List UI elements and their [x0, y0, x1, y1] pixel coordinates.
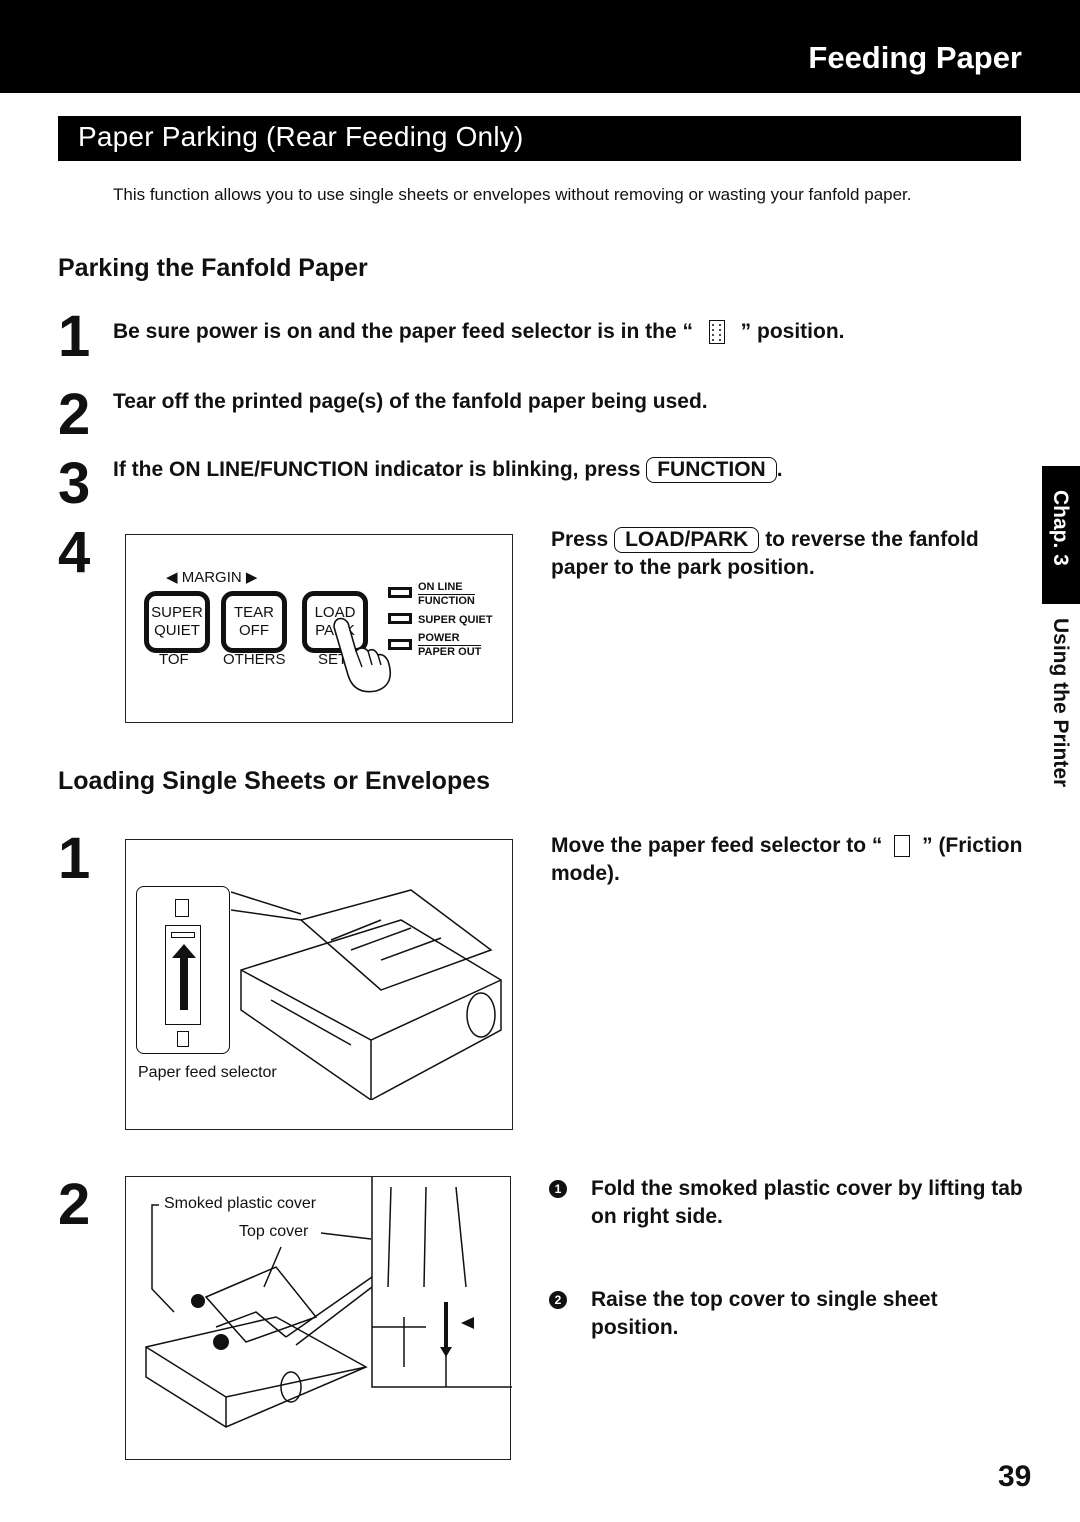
margin-text: MARGIN: [181, 569, 242, 586]
bullet-2-icon: 2: [549, 1291, 567, 1309]
power-led: [388, 639, 412, 650]
step-text: Press LOAD/PARK to reverse the fanfold p…: [551, 526, 1026, 582]
section-title: Paper Parking (Rear Feeding Only): [78, 121, 524, 152]
printer-selector-illustration: Paper feed selector: [125, 839, 513, 1130]
step-text-part: If the ON LINE/FUNCTION indicator is bli…: [113, 458, 641, 481]
selector-caption: Paper feed selector: [138, 1064, 277, 1081]
step-text: Be sure power is on and the paper feed s…: [113, 318, 845, 346]
intro-text: This function allows you to use single s…: [113, 185, 912, 204]
selector-closeup: [136, 886, 230, 1054]
key-sub-label: OTHERS: [223, 651, 286, 668]
cover-drawing: [145, 1177, 512, 1428]
step-text: Tear off the printed page(s) of the fanf…: [113, 390, 708, 413]
control-panel-illustration: ◀ MARGIN ▶ SUPER QUIET TOF TEAR OFF OTHERS…: [125, 534, 513, 723]
step-number: 2: [58, 1172, 91, 1237]
step-number: 1: [58, 826, 91, 891]
arrow-up-icon: [172, 944, 196, 1010]
super-quiet-led: [388, 613, 412, 624]
step-text-part: Move the paper feed selector to “: [551, 834, 883, 857]
selector-slot: [165, 925, 201, 1025]
cover-illustration: Smoked plastic cover Top cover: [125, 1176, 512, 1460]
step-number: 3: [58, 451, 91, 516]
online-led: [388, 587, 412, 598]
cover-instruction-1: 1 Fold the smoked plastic cover by lifti…: [549, 1175, 1029, 1231]
step-text: Move the paper feed selector to “ ” (Fri…: [551, 832, 1026, 888]
key-sub-label: TOF: [159, 651, 189, 668]
led-text: ON LINE: [418, 581, 475, 595]
step-text-part: ” position.: [740, 320, 845, 343]
parking-heading: Parking the Fanfold Paper: [58, 254, 368, 282]
led-text: POWER: [418, 632, 482, 646]
page-header-title: Feeding Paper: [808, 40, 1022, 75]
instruction-text: Raise the top cover to single sheet posi…: [591, 1288, 938, 1339]
super-quiet-key: SUPER QUIET: [144, 591, 210, 653]
led-label: ON LINE FUNCTION: [418, 581, 475, 608]
key-label: OFF: [239, 622, 269, 639]
loading-heading: Loading Single Sheets or Envelopes: [58, 767, 491, 795]
led-label: SUPER QUIET: [418, 614, 493, 626]
cover-instruction-2: 2 Raise the top cover to single sheet po…: [549, 1286, 1029, 1342]
led-text: PAPER OUT: [418, 646, 482, 658]
load-park-key-ref: LOAD/PARK: [614, 527, 760, 553]
chapter-title: Using the Printer: [1049, 618, 1072, 788]
chapter-label: Chap. 3: [1049, 490, 1072, 566]
step-number: 4: [58, 520, 91, 585]
bullet-1-icon: 1: [549, 1180, 567, 1198]
friction-sheet-icon: [894, 835, 911, 858]
led-label: POWER PAPER OUT: [418, 632, 482, 659]
step-text-part: .: [776, 458, 783, 481]
step-text: If the ON LINE/FUNCTION indicator is bli…: [113, 456, 783, 484]
step-text-part: Be sure power is on and the paper feed s…: [113, 320, 693, 343]
step-text-part: Press: [551, 528, 609, 551]
step-number: 2: [58, 382, 91, 447]
arrow-right-icon: ▶: [245, 569, 258, 586]
pointing-hand-icon: [333, 617, 392, 693]
friction-sheet-icon: [175, 899, 189, 917]
step-number: 1: [58, 304, 91, 369]
arrow-left-icon: ◀: [166, 569, 178, 586]
selector-knob: [171, 932, 195, 938]
tractor-feed-icon: [708, 320, 725, 345]
function-key: FUNCTION: [646, 457, 777, 483]
instruction-text: Fold the smoked plastic cover by lifting…: [591, 1177, 1023, 1228]
led-text: FUNCTION: [418, 595, 475, 607]
page-number: 39: [998, 1460, 1032, 1493]
margin-label: ◀ MARGIN ▶: [166, 568, 257, 586]
key-label: SUPER: [151, 604, 203, 621]
tractor-feed-icon: [177, 1031, 189, 1047]
key-label: TEAR: [233, 604, 274, 621]
key-label: QUIET: [154, 622, 200, 639]
tear-off-key: TEAR OFF: [221, 591, 287, 653]
